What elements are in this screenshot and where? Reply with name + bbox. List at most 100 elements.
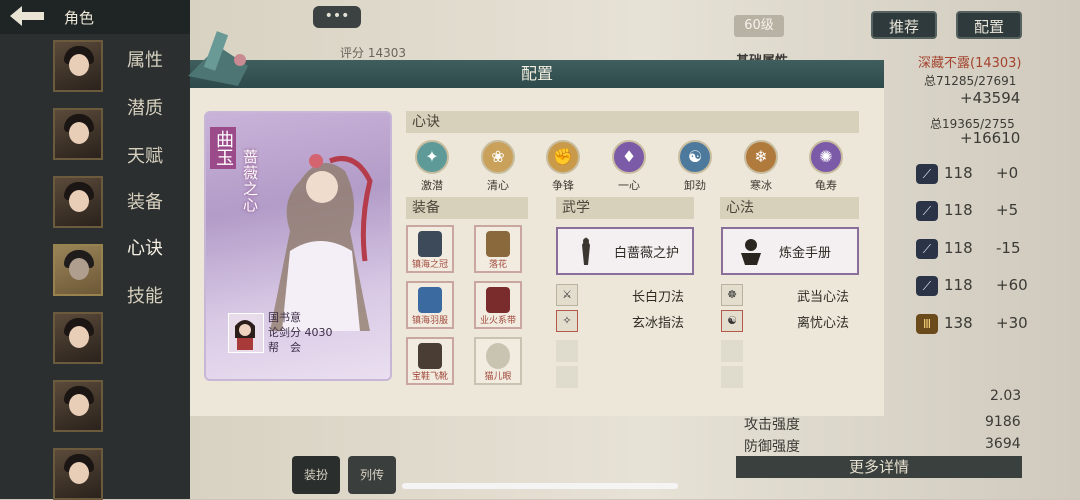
- character-avatar[interactable]: [53, 312, 103, 364]
- xinjue-slot[interactable]: ❀ 清心: [472, 140, 524, 193]
- xinjue-section-bar: 心诀: [406, 111, 859, 133]
- martial-artist-icon: [582, 237, 590, 265]
- hint-text: 深藏不露(14303): [918, 56, 1022, 71]
- avatar: [228, 313, 264, 353]
- home-indicator[interactable]: [402, 483, 678, 489]
- config-button[interactable]: 配置: [956, 11, 1022, 39]
- blade-icon: ⟋: [916, 201, 938, 221]
- empty-slot[interactable]: [721, 366, 743, 388]
- equip-name: 镇海之冠: [411, 260, 448, 270]
- meditation-icon: ☸: [721, 284, 743, 306]
- xinjue-icon: ✊: [546, 140, 580, 174]
- dress-button[interactable]: 装扮: [292, 456, 340, 494]
- character-avatar[interactable]: [53, 380, 103, 432]
- xinjue-slot[interactable]: ☯ 卸劲: [669, 140, 721, 193]
- character-avatar[interactable]: [53, 176, 103, 228]
- equip-slot[interactable]: 宝鞋飞靴: [406, 337, 454, 385]
- stat-row: ⟋ 118 +60: [916, 274, 1028, 298]
- nav-xinjue[interactable]: 心诀: [127, 234, 163, 260]
- card-line-3: 帮 会: [268, 341, 301, 354]
- equip-section-bar: 装备: [406, 197, 528, 219]
- nav-attributes[interactable]: 属性: [127, 46, 163, 72]
- wuxue-main-slot[interactable]: 白蔷薇之护: [556, 227, 694, 275]
- xinjue-icon: ❀: [481, 140, 515, 174]
- belt-icon: [486, 287, 510, 313]
- xinjue-label: 寒冰: [750, 179, 772, 192]
- character-avatar-selected[interactable]: [53, 244, 103, 296]
- stat-value: 118: [944, 239, 973, 257]
- total-text: 总71285/27691: [924, 74, 1017, 88]
- defense-value: 3694: [985, 436, 1021, 452]
- xinjue-label: 卸劲: [684, 179, 706, 192]
- xinfa-item[interactable]: ☯ 离忧心法: [721, 310, 859, 332]
- stat-value: 118: [944, 276, 973, 294]
- character-avatar[interactable]: [53, 40, 103, 92]
- equip-slot[interactable]: 镇海之冠: [406, 225, 454, 273]
- wuxue-main-name: 白蔷薇之护: [614, 246, 680, 261]
- xinfa-item[interactable]: ☸ 武当心法: [721, 284, 859, 306]
- stat-value: 138: [944, 314, 973, 332]
- wuxue-item[interactable]: ✧ 玄冰指法: [556, 310, 694, 332]
- stat-delta: +0: [996, 164, 1019, 182]
- character-subtitle: 蔷薇之心: [241, 149, 259, 213]
- score-label: 评分 14303: [340, 46, 406, 60]
- equip-name: 落花: [488, 260, 507, 270]
- blade-icon: ⟋: [916, 276, 938, 296]
- equip-name: 镇海羽服: [411, 316, 448, 326]
- xinjue-slot[interactable]: ♦ 一心: [603, 140, 655, 193]
- nav-talent[interactable]: 天赋: [127, 142, 163, 168]
- equip-slot[interactable]: 镇海羽服: [406, 281, 454, 329]
- nav-equipment[interactable]: 装备: [127, 188, 163, 214]
- wuxue-item[interactable]: ⚔ 长白刀法: [556, 284, 694, 306]
- character-avatar[interactable]: [53, 448, 103, 500]
- biography-button[interactable]: 列传: [348, 456, 396, 494]
- equip-name: 业火系带: [479, 316, 516, 326]
- attack-value: 9186: [985, 414, 1021, 430]
- xinjue-slot[interactable]: ✦ 激潜: [406, 140, 458, 193]
- equip-slot[interactable]: 猫儿眼: [474, 337, 522, 385]
- sword-icon: ⚔: [556, 284, 578, 306]
- stat-value: 118: [944, 164, 973, 182]
- weapon-icon: [486, 231, 510, 257]
- stat-delta: -15: [996, 239, 1021, 257]
- character-name: 曲玉: [210, 127, 236, 169]
- gem-icon: [486, 343, 510, 369]
- empty-slot[interactable]: [721, 340, 743, 362]
- xinjue-label: 激潜: [421, 179, 443, 192]
- decoration-icon: [188, 31, 248, 86]
- character-card: 曲玉 蔷薇之心 国书意 论剑分 4030 帮 会: [204, 111, 392, 381]
- empty-slot[interactable]: [556, 340, 578, 362]
- empty-slot[interactable]: [556, 366, 578, 388]
- xinjue-label: 一心: [618, 179, 640, 192]
- xinjue-label: 龟寿: [815, 179, 837, 192]
- stat-delta: +60: [996, 276, 1028, 294]
- xinjue-slot[interactable]: ✊ 争锋: [537, 140, 589, 193]
- stat-row: ⟋ 118 -15: [916, 237, 1026, 261]
- total-value: +16610: [960, 129, 1021, 147]
- equip-slot[interactable]: 落花: [474, 225, 522, 273]
- nav-potential[interactable]: 潜质: [127, 94, 163, 120]
- wuxue-section-bar: 武学: [556, 197, 694, 219]
- dialog-title: 配置: [520, 64, 553, 83]
- equip-slot[interactable]: 业火系带: [474, 281, 522, 329]
- xinjue-slot[interactable]: ✺ 龟寿: [800, 140, 852, 193]
- top-bar: 角色: [0, 0, 190, 34]
- xinjue-slot[interactable]: ❄ 寒冰: [735, 140, 787, 193]
- recommend-button[interactable]: 推荐: [871, 11, 937, 39]
- xinjue-icon: ✦: [415, 140, 449, 174]
- xinfa-main-slot[interactable]: 炼金手册: [721, 227, 859, 275]
- character-avatar[interactable]: [53, 108, 103, 160]
- blade-icon: ⟋: [916, 164, 938, 184]
- wuxue-name: 玄冰指法: [632, 316, 685, 331]
- back-arrow-icon[interactable]: [8, 4, 54, 30]
- page-title: 角色: [64, 9, 95, 27]
- more-details-button[interactable]: 更多详情: [736, 456, 1022, 478]
- character-portrait: [270, 154, 373, 331]
- alchemy-book-icon: [741, 239, 761, 265]
- xinjue-icon: ✺: [809, 140, 843, 174]
- chat-bubble-icon[interactable]: •••: [313, 6, 361, 28]
- nav-skills[interactable]: 技能: [127, 282, 163, 308]
- xinjue-icon: ☯: [678, 140, 712, 174]
- xinjue-icon: ❄: [744, 140, 778, 174]
- stat-row: Ⅲ 138 +30: [916, 312, 1028, 336]
